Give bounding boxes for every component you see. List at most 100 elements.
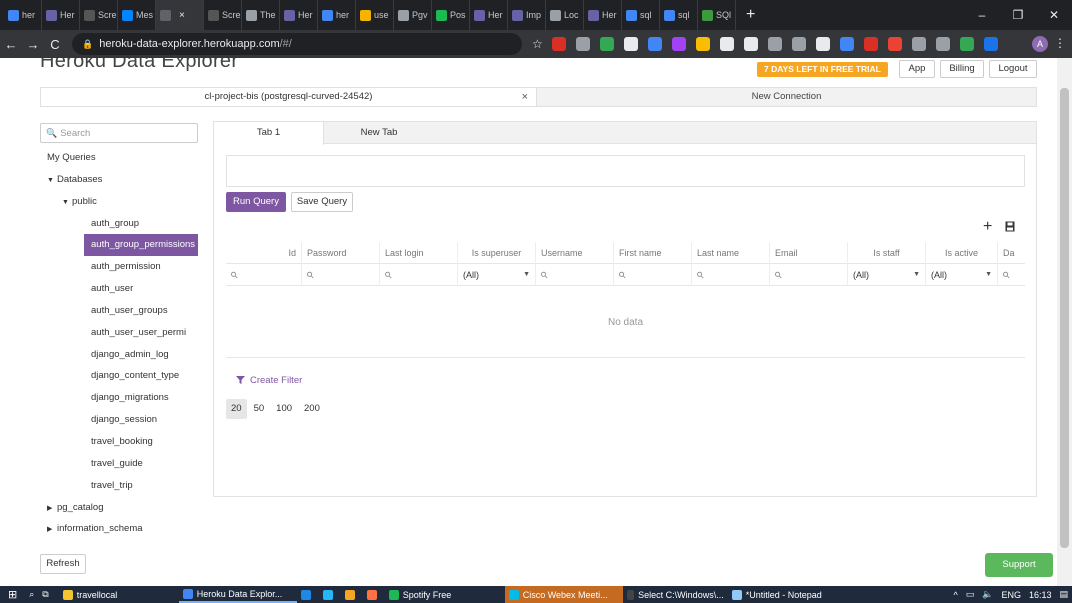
extension-icon[interactable] [767,37,782,51]
column-header[interactable]: Username [535,242,613,264]
extension-icon[interactable] [647,37,662,51]
page-size-option[interactable]: 100 [271,399,297,419]
logout-button[interactable]: Logout [989,60,1037,78]
scrollbar-thumb[interactable] [1060,88,1069,548]
browser-tab[interactable]: sql [622,0,660,30]
address-bar[interactable]: 🔒 heroku-data-explorer.herokuapp.com/#/ [72,33,522,55]
schema-pg-catalog-item[interactable]: ▶ pg_catalog [40,497,198,519]
browser-tab[interactable]: Pos [432,0,470,30]
browser-tab[interactable]: use [356,0,394,30]
task-view-icon[interactable]: ⧉ [38,586,52,603]
column-filter-search[interactable]: ⚲ [535,264,613,286]
browser-tab[interactable]: Her [280,0,318,30]
extension-icon[interactable] [887,37,902,51]
new-connection-tab[interactable]: New Connection [537,87,1037,107]
app-button[interactable]: App [899,60,935,78]
extension-icon[interactable] [695,37,710,51]
taskbar-item[interactable]: Spotify Free [385,586,505,603]
caret-right-icon[interactable]: ▶ [47,498,57,519]
tab-new[interactable]: New Tab [324,122,434,144]
column-header[interactable]: Last name [691,242,769,264]
table-item[interactable]: django_admin_log [40,344,198,366]
page-size-option[interactable]: 20 [226,399,247,419]
taskbar-item[interactable]: Select C:\Windows\... [623,586,728,603]
table-item[interactable]: django_content_type [40,365,198,387]
browser-tab[interactable]: Imp [508,0,546,30]
run-query-button[interactable]: Run Query [226,192,286,212]
caret-down-icon[interactable]: ▼ [47,170,57,191]
browser-tab[interactable]: Her [470,0,508,30]
windows-start-icon[interactable]: ⊞ [0,586,25,603]
extension-icon[interactable] [671,37,686,51]
caret-down-icon[interactable]: ▼ [62,192,72,213]
save-query-button[interactable]: Save Query [291,192,353,212]
minimize-button[interactable]: – [964,0,1000,30]
taskbar-item[interactable] [341,586,363,603]
column-filter-search[interactable]: ⚲ [769,264,847,286]
extension-icon[interactable] [863,37,878,51]
taskbar-item[interactable] [363,586,385,603]
column-header[interactable]: Is active [925,242,997,264]
column-header[interactable]: Is staff [847,242,925,264]
column-header[interactable]: Email [769,242,847,264]
close-connection-icon[interactable]: × [522,88,528,106]
taskbar-item[interactable]: Heroku Data Explor... [178,586,297,603]
close-window-button[interactable]: ✕ [1036,0,1072,30]
table-item[interactable]: auth_user [40,278,198,300]
column-header[interactable]: Password [301,242,379,264]
extension-icon[interactable] [599,37,614,51]
browser-tab[interactable]: Mes [118,0,156,30]
table-item[interactable]: travel_guide [40,453,198,475]
add-row-button[interactable]: + [983,218,992,236]
new-tab-button[interactable]: + [736,6,765,24]
extension-icon[interactable] [791,37,806,51]
browser-tab[interactable]: Her [584,0,622,30]
back-icon[interactable]: ← [0,37,22,52]
column-filter-select[interactable]: (All) ▼ [925,264,997,286]
column-header[interactable]: First name [613,242,691,264]
extension-icon[interactable] [815,37,830,51]
browser-tab[interactable]: Her [42,0,80,30]
browser-tab[interactable]: her [318,0,356,30]
search-input[interactable]: 🔍 Search [40,123,198,143]
billing-button[interactable]: Billing [940,60,984,78]
table-item[interactable]: travel_booking [40,431,198,453]
taskbar-item[interactable] [319,586,341,603]
table-item-selected[interactable]: auth_group_permissions [84,234,198,257]
extension-icon[interactable] [959,37,974,51]
schema-public-item[interactable]: ▼ public [40,191,198,213]
column-filter-select[interactable]: (All) ▼ [457,264,535,286]
support-button[interactable]: Support [985,553,1053,577]
taskbar-item[interactable]: *Untitled - Notepad [728,586,828,603]
search-icon[interactable]: ⌕ [25,586,38,603]
page-size-option[interactable]: 50 [249,399,270,419]
browser-menu-icon[interactable]: ⋮ [1054,36,1066,50]
browser-tab[interactable]: her [4,0,42,30]
tray-chevron-icon[interactable]: ^ [953,590,957,600]
extension-icon[interactable] [983,37,998,51]
browser-tab-active[interactable]: × [156,0,204,30]
connection-tab-current[interactable]: cl-project-bis (postgresql-curved-24542)… [40,87,537,107]
table-item[interactable]: auth_group [40,213,198,235]
extension-icon[interactable] [719,37,734,51]
volume-icon[interactable]: 🔈 [982,589,993,600]
tab-1[interactable]: Tab 1 [214,122,324,145]
extension-icon[interactable] [575,37,590,51]
language-indicator[interactable]: ENG [1001,590,1021,600]
extension-icon[interactable] [551,37,566,51]
close-tab-icon[interactable]: × [179,10,185,21]
extension-icon[interactable] [743,37,758,51]
browser-tab[interactable]: Scre [204,0,242,30]
browser-tab[interactable]: SQl [698,0,736,30]
browser-tab[interactable]: Pgv [394,0,432,30]
extension-icon[interactable] [935,37,950,51]
reload-icon[interactable]: C [44,37,66,52]
column-header[interactable]: Is superuser [457,242,535,264]
profile-avatar[interactable]: A [1032,36,1048,52]
column-header[interactable]: Last login [379,242,457,264]
column-filter-search[interactable]: ⚲ [691,264,769,286]
column-header[interactable]: Da [997,242,1025,264]
browser-tab[interactable]: Loc [546,0,584,30]
taskbar-item[interactable] [297,586,319,603]
clock[interactable]: 16:13 [1029,590,1052,600]
